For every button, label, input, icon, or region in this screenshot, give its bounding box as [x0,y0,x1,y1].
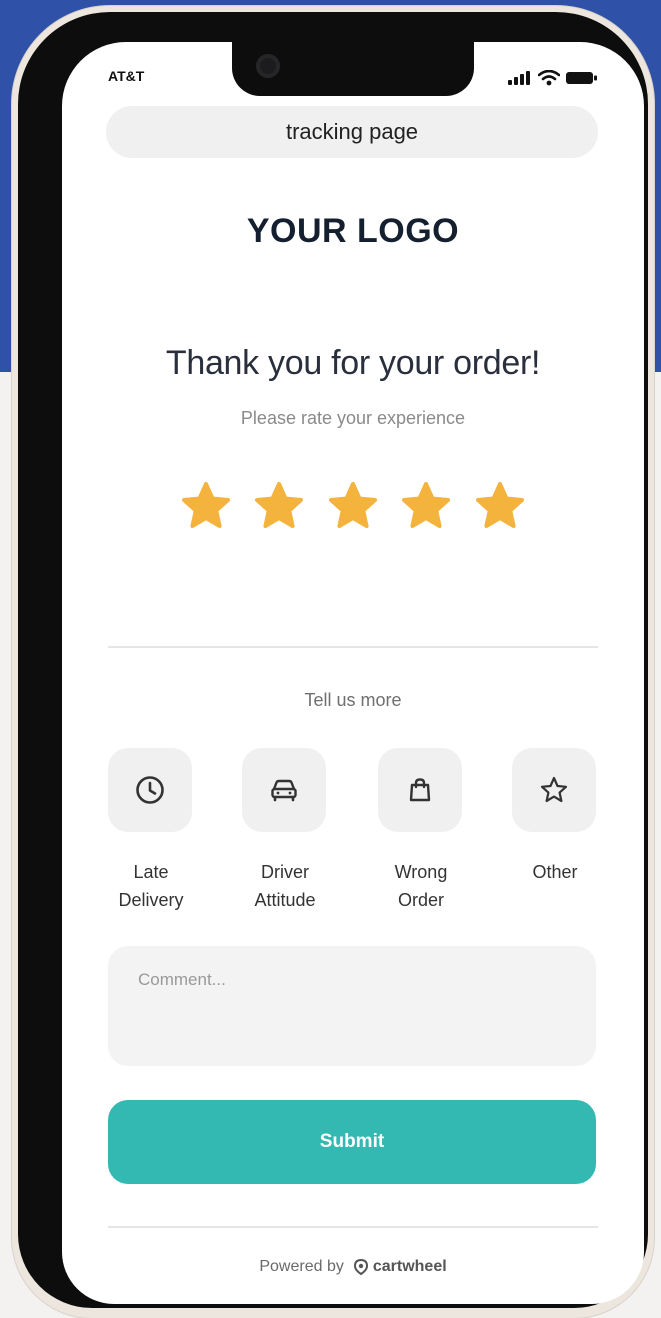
rating-prompt: Please rate your experience [240,408,466,428]
star-1-icon[interactable] [180,480,232,532]
brand-logo: YOUR LOGO [246,212,460,250]
reason-tile[interactable] [512,748,596,832]
reason-tile[interactable] [378,748,462,832]
star-3-icon[interactable] [327,480,379,532]
reason-tile[interactable] [108,748,192,832]
battery-icon [566,72,597,84]
star-outline-icon [540,776,568,803]
cartwheel-logo-icon [353,1258,368,1276]
star-2-icon[interactable] [253,480,305,532]
reason-tile[interactable] [242,748,326,832]
brand-name: cartwheel [372,1258,447,1275]
footer-divider [108,1226,598,1228]
reason-label: Wrong Order [394,862,448,910]
wifi-icon [538,70,560,86]
carrier-label: AT&T [108,68,145,84]
reason-label: Late Delivery [118,862,184,910]
star-4-icon[interactable] [400,480,452,532]
status-icons [508,70,598,86]
clock-icon [136,776,164,804]
phone-body: AT&T tracking page YOUR LOGO Thank you f… [18,12,648,1308]
page-title: Thank you for your order! [165,344,541,382]
powered-by-label: Powered by [259,1258,344,1275]
comment-field[interactable] [108,946,596,1066]
phone-screen: AT&T tracking page YOUR LOGO Thank you f… [62,42,644,1304]
feedback-heading: Tell us more [304,690,402,710]
cartwheel-brand[interactable]: cartwheel [352,1258,447,1276]
reason-label: Driver Attitude [254,862,316,910]
phone-notch [232,42,474,96]
reason-label: Other [532,862,578,882]
camera-icon [256,54,280,78]
footer: Powered by cartwheel [62,1258,644,1276]
submit-button[interactable]: Submit [108,1100,596,1184]
car-icon [271,779,297,802]
signal-icon [508,71,530,85]
star-rating [180,480,526,532]
url-bar[interactable]: tracking page [106,106,598,158]
section-divider [108,646,598,648]
star-5-icon[interactable] [474,480,526,532]
bag-icon [409,778,431,802]
